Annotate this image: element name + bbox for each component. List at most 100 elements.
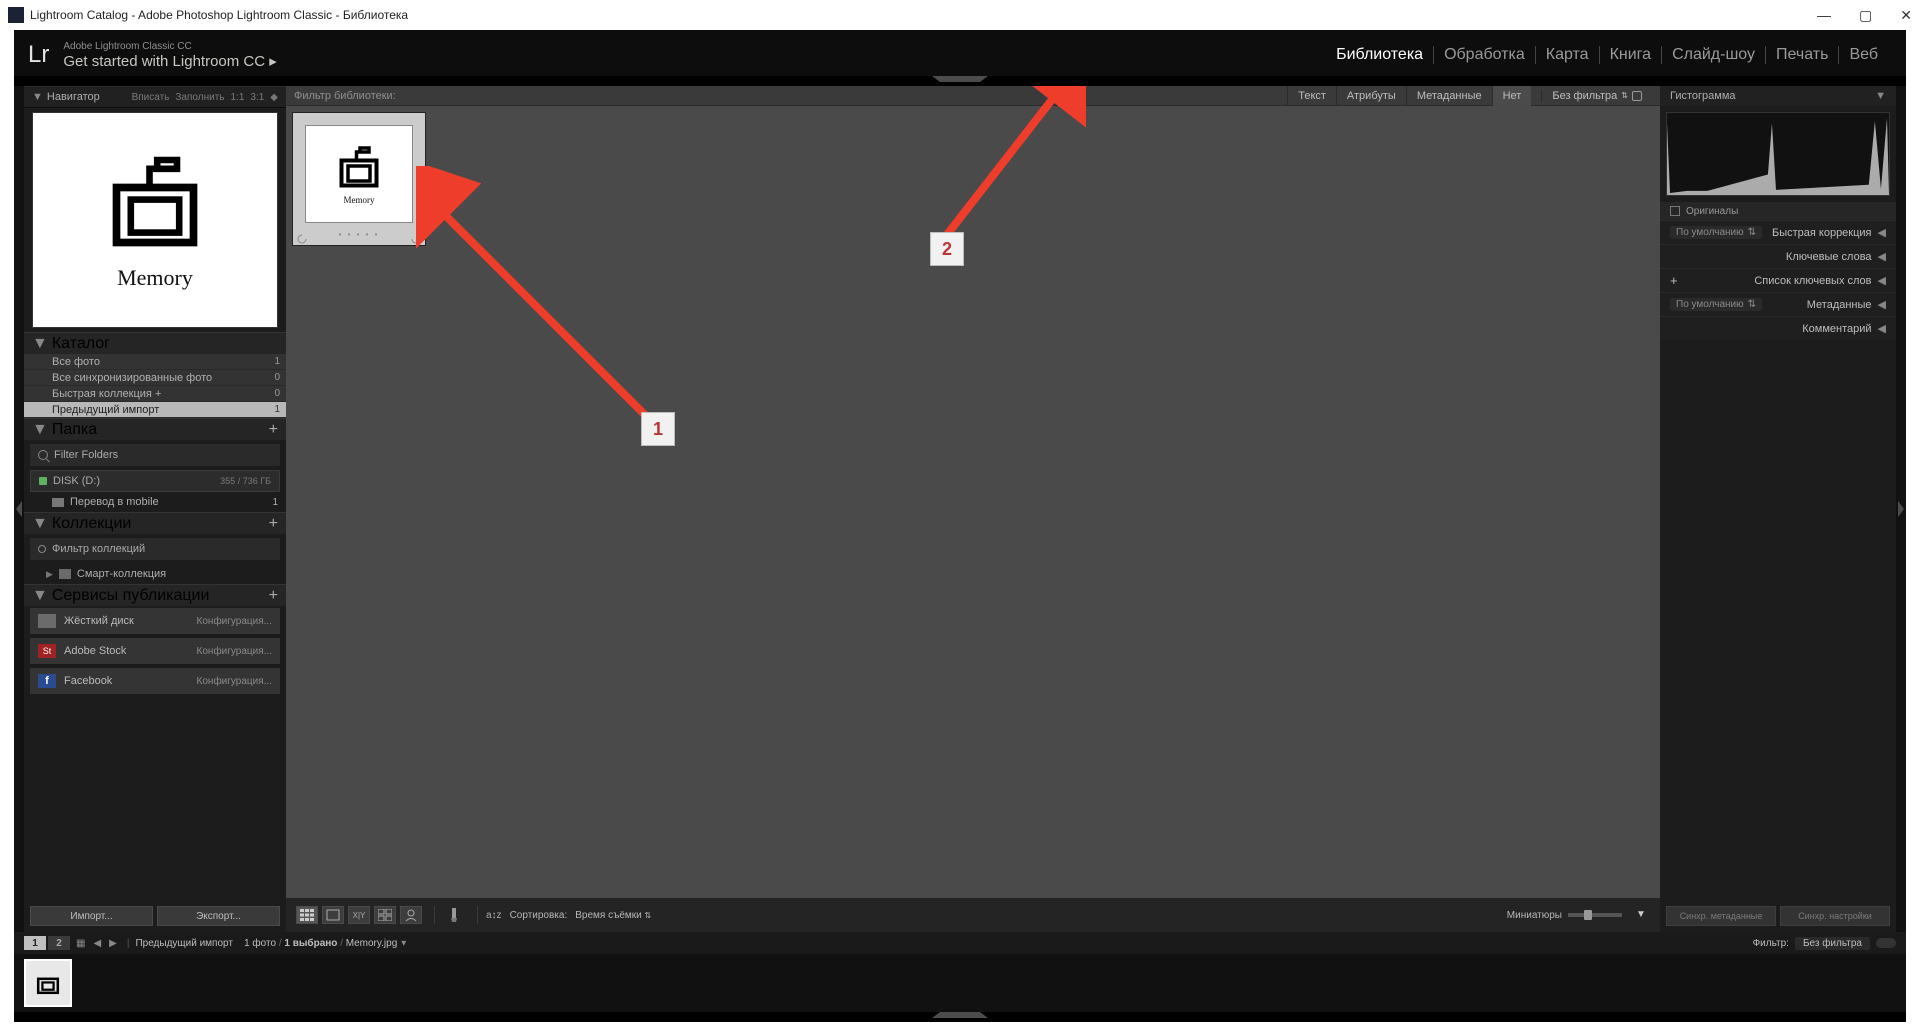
catalog-item-label: Быстрая коллекция +	[52, 388, 161, 400]
bottom-panel-toggle[interactable]	[14, 1012, 1906, 1022]
preset-dropdown[interactable]: По умолчанию⇅	[1670, 226, 1762, 239]
status-selected-count: 1 выбрано	[284, 938, 337, 949]
zoom-fit[interactable]: Вписать	[132, 92, 170, 103]
grid-view-icon[interactable]	[296, 906, 318, 924]
disk-row[interactable]: DISK (D:) 355 / 736 ГБ	[30, 470, 280, 492]
catalog-title: Каталог	[52, 335, 110, 353]
module-develop[interactable]: Обработка	[1433, 46, 1535, 64]
metadata-title: Метаданные	[1807, 299, 1872, 311]
add-collection-icon[interactable]: +	[269, 515, 278, 533]
module-slideshow[interactable]: Слайд-шоу	[1661, 46, 1765, 64]
survey-view-icon[interactable]	[374, 906, 396, 924]
filter-preset-dropdown[interactable]: Без фильтра ⇅	[1541, 90, 1652, 102]
toolbar-more-icon[interactable]: ▼	[1636, 909, 1650, 921]
grid-small-icon[interactable]: ▦	[76, 938, 85, 949]
publish-configure[interactable]: Конфигурация...	[197, 676, 272, 687]
histogram-header[interactable]: Гистограмма ▼	[1660, 86, 1896, 106]
folder-filter-input[interactable]: Filter Folders	[30, 444, 280, 466]
collections-header[interactable]: ▼ Коллекции +	[24, 512, 286, 534]
status-breadcrumb[interactable]: Предыдущий импорт	[135, 938, 233, 949]
publish-item[interactable]: St Adobe Stock Конфигурация...	[30, 638, 280, 664]
view-mode-1[interactable]: 1	[24, 936, 46, 950]
next-icon[interactable]: ▶	[109, 938, 117, 949]
module-book[interactable]: Книга	[1599, 46, 1661, 64]
chevron-down-icon[interactable]: ▾	[401, 938, 406, 949]
histogram-title: Гистограмма	[1670, 90, 1736, 102]
filter-switch-icon[interactable]	[1876, 938, 1896, 948]
compare-view-icon[interactable]: X|Y	[348, 906, 370, 924]
catalog-item-selected[interactable]: Предыдущий импорт1	[24, 402, 286, 418]
thumbnail-cell[interactable]: Memory • • • • •	[292, 112, 426, 246]
folder-filter-placeholder: Filter Folders	[54, 449, 118, 461]
catalog-item[interactable]: Все синхронизированные фото0	[24, 370, 286, 386]
filter-tab-none[interactable]: Нет	[1492, 86, 1532, 106]
publish-item[interactable]: f Facebook Конфигурация...	[30, 668, 280, 694]
close-button[interactable]: ✕	[1900, 7, 1912, 24]
export-button[interactable]: Экспорт...	[157, 906, 280, 926]
status-filter-dropdown[interactable]: Без фильтра	[1795, 937, 1870, 950]
folder-item[interactable]: Перевод в mobile 1	[24, 492, 286, 512]
publish-configure[interactable]: Конфигурация...	[197, 646, 272, 657]
sort-direction-icon[interactable]: a↕z	[486, 910, 502, 921]
left-panel-toggle[interactable]	[14, 86, 24, 932]
right-panel-toggle[interactable]	[1896, 86, 1906, 932]
sort-dropdown[interactable]: Время съёмки ⇅	[575, 910, 651, 921]
catalog-header[interactable]: ▼ Каталог	[24, 332, 286, 354]
grid-view[interactable]: Memory • • • • • 1 2	[286, 106, 1660, 898]
keywords-section[interactable]: Ключевые слова ◀	[1660, 244, 1896, 268]
status-filename[interactable]: Memory.jpg	[346, 938, 398, 949]
histogram[interactable]	[1666, 112, 1890, 196]
checkbox-icon[interactable]	[1670, 206, 1680, 216]
smart-collection-row[interactable]: ▶ Смарт-коллекция	[24, 564, 286, 584]
quick-develop-section[interactable]: По умолчанию⇅ Быстрая коррекция ◀	[1660, 220, 1896, 244]
keyword-list-section[interactable]: + Список ключевых слов ◀	[1660, 268, 1896, 292]
module-web[interactable]: Веб	[1838, 46, 1888, 64]
navigator-header[interactable]: ▼ Навигатор Вписать Заполнить 1:1 3:1 ◆	[24, 86, 286, 108]
filmstrip-thumbnail[interactable]	[24, 959, 72, 1007]
filmstrip[interactable]	[14, 954, 1906, 1012]
module-map[interactable]: Карта	[1535, 46, 1599, 64]
top-panel-toggle[interactable]	[14, 76, 1906, 86]
publish-header[interactable]: ▼ Сервисы публикации +	[24, 584, 286, 606]
catalog-item[interactable]: Быстрая коллекция +0	[24, 386, 286, 402]
prev-icon[interactable]: ◀	[93, 938, 101, 949]
header-line2[interactable]: Get started with Lightroom CC ▸	[63, 52, 276, 70]
publish-configure[interactable]: Конфигурация...	[197, 616, 272, 627]
rating-dots[interactable]: • • • • •	[293, 230, 425, 239]
collection-filter-input[interactable]: Фильтр коллекций	[30, 538, 280, 560]
metadata-section[interactable]: По умолчанию⇅ Метаданные ◀	[1660, 292, 1896, 316]
folders-header[interactable]: ▼ Папка +	[24, 418, 286, 440]
module-library[interactable]: Библиотека	[1326, 46, 1433, 64]
smart-collection-label: Смарт-коллекция	[77, 568, 166, 580]
module-print[interactable]: Печать	[1765, 46, 1838, 64]
quick-develop-title: Быстрая коррекция	[1772, 227, 1872, 239]
sync-metadata-button[interactable]: Синхр. метаданные	[1666, 906, 1776, 926]
add-keyword-icon[interactable]: +	[1670, 273, 1678, 288]
sync-settings-button[interactable]: Синхр. настройки	[1780, 906, 1890, 926]
add-folder-icon[interactable]: +	[269, 421, 278, 439]
zoom-1-1[interactable]: 1:1	[230, 92, 244, 103]
metadata-preset-dropdown[interactable]: По умолчанию⇅	[1670, 298, 1762, 311]
thumbnail-size-slider[interactable]	[1568, 913, 1622, 917]
add-publish-icon[interactable]: +	[269, 587, 278, 605]
zoom-fill[interactable]: Заполнить	[175, 92, 224, 103]
filter-tab-meta[interactable]: Метаданные	[1406, 86, 1492, 106]
maximize-button[interactable]: ▢	[1859, 7, 1872, 24]
memory-folder-icon	[34, 969, 62, 997]
loupe-view-icon[interactable]	[322, 906, 344, 924]
catalog-item[interactable]: Все фото1	[24, 354, 286, 370]
import-button[interactable]: Импорт...	[30, 906, 153, 926]
people-view-icon[interactable]	[400, 906, 422, 924]
zoom-3-1[interactable]: 3:1	[250, 92, 264, 103]
publish-item[interactable]: Жёсткий диск Конфигурация...	[30, 608, 280, 634]
lock-icon[interactable]	[1632, 91, 1642, 101]
navigator-preview[interactable]: Memory	[32, 112, 278, 328]
filter-tab-attrs[interactable]: Атрибуты	[1336, 86, 1406, 106]
comments-section[interactable]: Комментарий ◀	[1660, 316, 1896, 340]
filter-tab-text[interactable]: Текст	[1287, 86, 1336, 106]
painter-tool-icon[interactable]	[443, 906, 465, 924]
zoom-dd-icon[interactable]: ◆	[270, 92, 278, 103]
minimize-button[interactable]: —	[1817, 7, 1831, 24]
originals-row[interactable]: Оригиналы	[1660, 202, 1896, 220]
view-mode-2[interactable]: 2	[48, 936, 70, 950]
